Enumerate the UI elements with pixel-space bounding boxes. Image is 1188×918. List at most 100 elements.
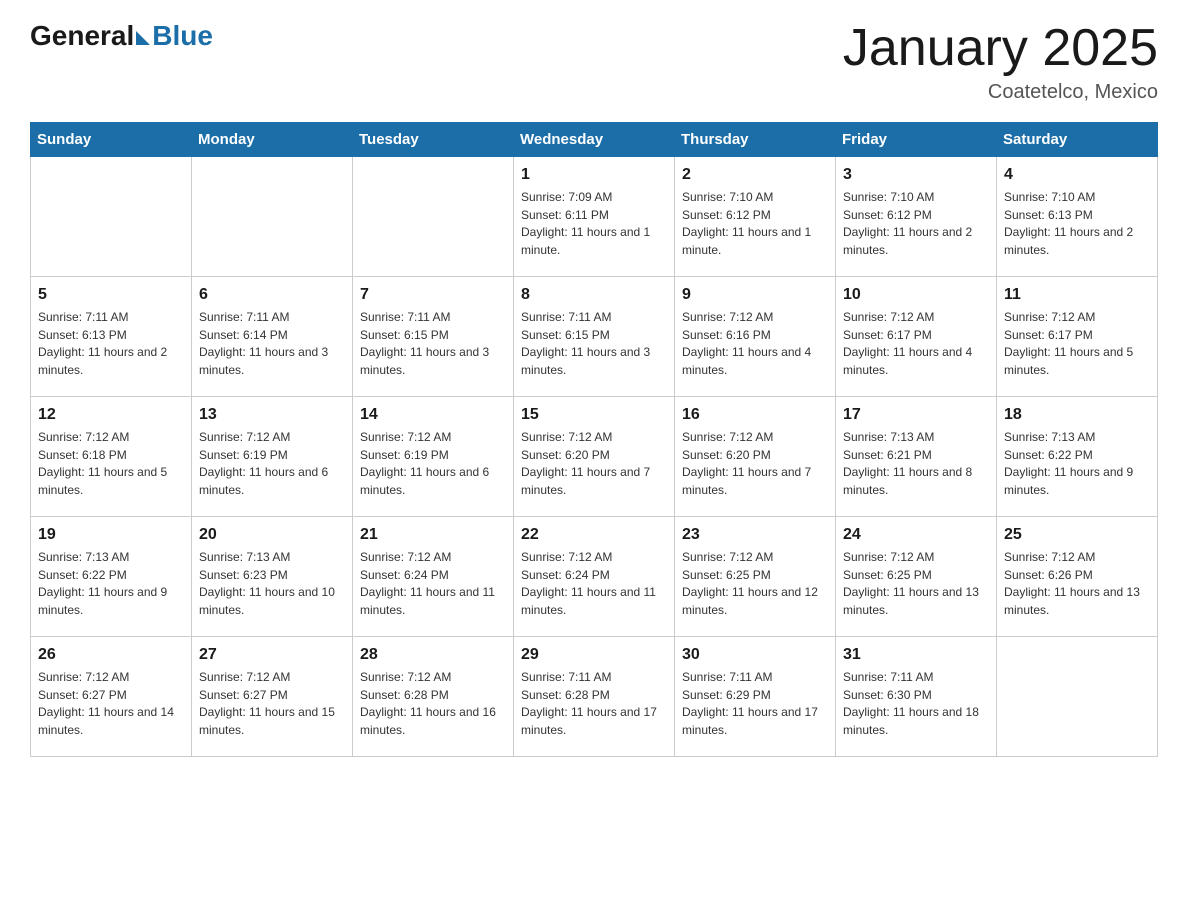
day-info: Sunrise: 7:13 AM Sunset: 6:22 PM Dayligh… — [1004, 429, 1150, 499]
day-info: Sunrise: 7:12 AM Sunset: 6:27 PM Dayligh… — [38, 669, 184, 739]
day-info: Sunrise: 7:12 AM Sunset: 6:20 PM Dayligh… — [521, 429, 667, 499]
day-number: 22 — [521, 523, 667, 546]
day-info: Sunrise: 7:11 AM Sunset: 6:29 PM Dayligh… — [682, 669, 828, 739]
day-info: Sunrise: 7:09 AM Sunset: 6:11 PM Dayligh… — [521, 189, 667, 259]
calendar-cell: 16 Sunrise: 7:12 AM Sunset: 6:20 PM Dayli… — [675, 397, 836, 517]
day-number: 17 — [843, 403, 989, 426]
calendar-cell: 26Sunrise: 7:12 AM Sunset: 6:27 PM Dayli… — [31, 637, 192, 757]
day-info: Sunrise: 7:11 AM Sunset: 6:30 PM Dayligh… — [843, 669, 989, 739]
calendar-cell: 24Sunrise: 7:12 AM Sunset: 6:25 PM Dayli… — [836, 517, 997, 637]
calendar-cell: 7 Sunrise: 7:11 AM Sunset: 6:15 PM Daylig… — [353, 277, 514, 397]
day-info: Sunrise: 7:12 AM Sunset: 6:17 PM Dayligh… — [843, 309, 989, 379]
day-number: 5 — [38, 283, 184, 306]
calendar-cell: 19 Sunrise: 7:13 AM Sunset: 6:22 PM Dayli… — [31, 517, 192, 637]
day-number: 20 — [199, 523, 345, 546]
calendar-cell: 13 Sunrise: 7:12 AM Sunset: 6:19 PM Dayli… — [192, 397, 353, 517]
calendar-cell: 5Sunrise: 7:11 AM Sunset: 6:13 PM Daylig… — [31, 277, 192, 397]
header-day-friday: Friday — [836, 123, 997, 157]
calendar-cell: 10 Sunrise: 7:12 AM Sunset: 6:17 PM Dayli… — [836, 277, 997, 397]
day-number: 25 — [1004, 523, 1150, 546]
calendar-header: SundayMondayTuesdayWednesdayThursdayFrid… — [31, 123, 1158, 157]
day-number: 8 — [521, 283, 667, 306]
calendar-cell — [192, 157, 353, 277]
day-number: 13 — [199, 403, 345, 426]
header-day-thursday: Thursday — [675, 123, 836, 157]
header-day-wednesday: Wednesday — [514, 123, 675, 157]
header-day-tuesday: Tuesday — [353, 123, 514, 157]
day-number: 4 — [1004, 163, 1150, 186]
calendar-week-3: 12 Sunrise: 7:12 AM Sunset: 6:18 PM Dayli… — [31, 397, 1158, 517]
day-info: Sunrise: 7:11 AM Sunset: 6:28 PM Dayligh… — [521, 669, 667, 739]
calendar-cell: 21Sunrise: 7:12 AM Sunset: 6:24 PM Dayli… — [353, 517, 514, 637]
calendar-table: SundayMondayTuesdayWednesdayThursdayFrid… — [30, 122, 1158, 757]
day-info: Sunrise: 7:11 AM Sunset: 6:15 PM Dayligh… — [521, 309, 667, 379]
day-number: 19 — [38, 523, 184, 546]
calendar-cell: 31 Sunrise: 7:11 AM Sunset: 6:30 PM Dayli… — [836, 637, 997, 757]
calendar-cell: 30 Sunrise: 7:11 AM Sunset: 6:29 PM Dayli… — [675, 637, 836, 757]
day-number: 23 — [682, 523, 828, 546]
day-number: 18 — [1004, 403, 1150, 426]
calendar-cell: 20 Sunrise: 7:13 AM Sunset: 6:23 PM Dayli… — [192, 517, 353, 637]
day-number: 27 — [199, 643, 345, 666]
day-info: Sunrise: 7:12 AM Sunset: 6:19 PM Dayligh… — [360, 429, 506, 499]
day-info: Sunrise: 7:12 AM Sunset: 6:27 PM Dayligh… — [199, 669, 345, 739]
calendar-cell — [353, 157, 514, 277]
day-number: 14 — [360, 403, 506, 426]
calendar-cell: 17 Sunrise: 7:13 AM Sunset: 6:21 PM Dayli… — [836, 397, 997, 517]
day-info: Sunrise: 7:13 AM Sunset: 6:23 PM Dayligh… — [199, 549, 345, 619]
day-number: 9 — [682, 283, 828, 306]
day-number: 12 — [38, 403, 184, 426]
day-number: 7 — [360, 283, 506, 306]
calendar-week-5: 26Sunrise: 7:12 AM Sunset: 6:27 PM Dayli… — [31, 637, 1158, 757]
day-info: Sunrise: 7:12 AM Sunset: 6:25 PM Dayligh… — [682, 549, 828, 619]
day-info: Sunrise: 7:12 AM Sunset: 6:26 PM Dayligh… — [1004, 549, 1150, 619]
logo-arrow-icon — [136, 31, 150, 45]
calendar-cell: 22Sunrise: 7:12 AM Sunset: 6:24 PM Dayli… — [514, 517, 675, 637]
calendar-cell: 27 Sunrise: 7:12 AM Sunset: 6:27 PM Dayli… — [192, 637, 353, 757]
day-number: 31 — [843, 643, 989, 666]
day-number: 10 — [843, 283, 989, 306]
calendar-cell: 2 Sunrise: 7:10 AM Sunset: 6:12 PM Daylig… — [675, 157, 836, 277]
calendar-cell: 25 Sunrise: 7:12 AM Sunset: 6:26 PM Dayli… — [997, 517, 1158, 637]
day-info: Sunrise: 7:13 AM Sunset: 6:21 PM Dayligh… — [843, 429, 989, 499]
day-info: Sunrise: 7:12 AM Sunset: 6:18 PM Dayligh… — [38, 429, 184, 499]
day-number: 1 — [521, 163, 667, 186]
day-number: 11 — [1004, 283, 1150, 306]
day-info: Sunrise: 7:10 AM Sunset: 6:12 PM Dayligh… — [682, 189, 828, 259]
day-number: 3 — [843, 163, 989, 186]
day-number: 30 — [682, 643, 828, 666]
header-day-monday: Monday — [192, 123, 353, 157]
calendar-cell: 18 Sunrise: 7:13 AM Sunset: 6:22 PM Dayli… — [997, 397, 1158, 517]
calendar-cell: 9 Sunrise: 7:12 AM Sunset: 6:16 PM Daylig… — [675, 277, 836, 397]
day-number: 28 — [360, 643, 506, 666]
calendar-week-2: 5Sunrise: 7:11 AM Sunset: 6:13 PM Daylig… — [31, 277, 1158, 397]
day-number: 16 — [682, 403, 828, 426]
day-info: Sunrise: 7:13 AM Sunset: 6:22 PM Dayligh… — [38, 549, 184, 619]
calendar-cell — [31, 157, 192, 277]
day-number: 15 — [521, 403, 667, 426]
calendar-cell: 23 Sunrise: 7:12 AM Sunset: 6:25 PM Dayli… — [675, 517, 836, 637]
calendar-cell: 6 Sunrise: 7:11 AM Sunset: 6:14 PM Daylig… — [192, 277, 353, 397]
day-info: Sunrise: 7:12 AM Sunset: 6:20 PM Dayligh… — [682, 429, 828, 499]
day-info: Sunrise: 7:12 AM Sunset: 6:17 PM Dayligh… — [1004, 309, 1150, 379]
calendar-cell: 29Sunrise: 7:11 AM Sunset: 6:28 PM Dayli… — [514, 637, 675, 757]
title-block: January 2025 Coatetelco, Mexico — [843, 20, 1158, 104]
calendar-title: January 2025 — [843, 20, 1158, 77]
calendar-cell: 1 Sunrise: 7:09 AM Sunset: 6:11 PM Daylig… — [514, 157, 675, 277]
day-info: Sunrise: 7:12 AM Sunset: 6:16 PM Dayligh… — [682, 309, 828, 379]
day-number: 21 — [360, 523, 506, 546]
calendar-cell: 15 Sunrise: 7:12 AM Sunset: 6:20 PM Dayli… — [514, 397, 675, 517]
calendar-body: 1 Sunrise: 7:09 AM Sunset: 6:11 PM Daylig… — [31, 157, 1158, 757]
day-info: Sunrise: 7:11 AM Sunset: 6:14 PM Dayligh… — [199, 309, 345, 379]
day-info: Sunrise: 7:11 AM Sunset: 6:15 PM Dayligh… — [360, 309, 506, 379]
logo-general-text: General — [30, 20, 134, 52]
day-info: Sunrise: 7:12 AM Sunset: 6:28 PM Dayligh… — [360, 669, 506, 739]
day-number: 24 — [843, 523, 989, 546]
header-day-saturday: Saturday — [997, 123, 1158, 157]
day-info: Sunrise: 7:12 AM Sunset: 6:19 PM Dayligh… — [199, 429, 345, 499]
day-number: 2 — [682, 163, 828, 186]
day-info: Sunrise: 7:10 AM Sunset: 6:12 PM Dayligh… — [843, 189, 989, 259]
day-number: 6 — [199, 283, 345, 306]
calendar-week-1: 1 Sunrise: 7:09 AM Sunset: 6:11 PM Daylig… — [31, 157, 1158, 277]
logo-blue-text: Blue — [152, 20, 213, 52]
